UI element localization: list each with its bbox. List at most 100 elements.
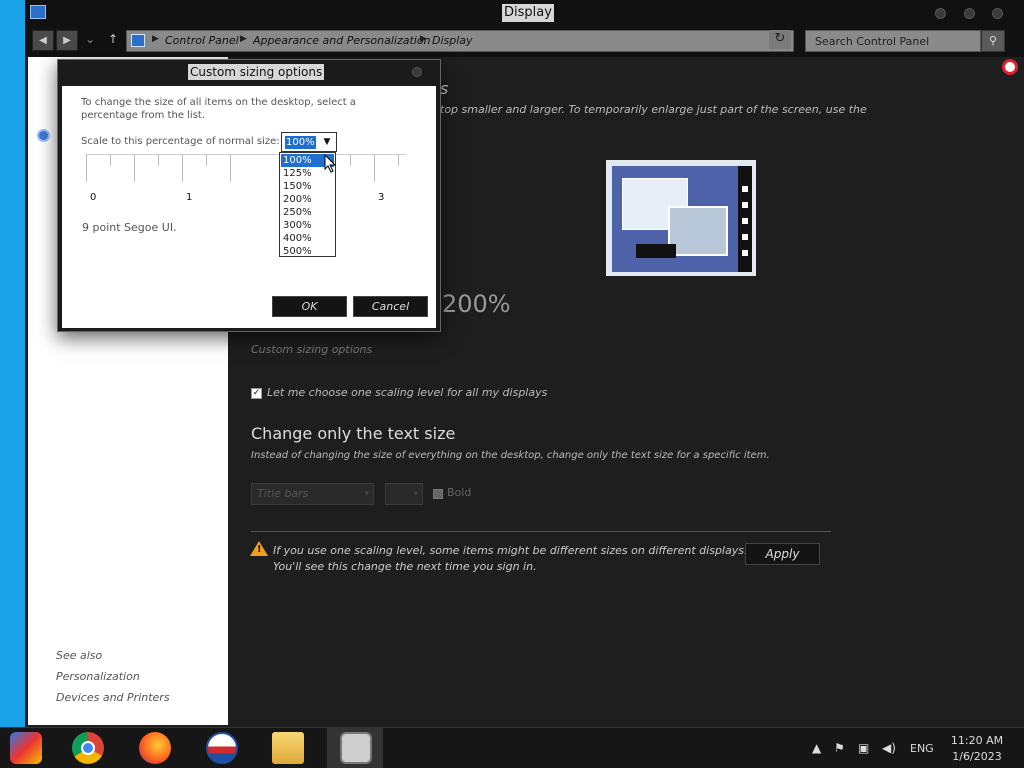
ruler-tick xyxy=(134,154,135,182)
apply-button[interactable]: Apply xyxy=(745,543,820,565)
option-500[interactable]: 500% xyxy=(281,245,334,258)
dialog-description: To change the size of all items on the d… xyxy=(81,97,356,121)
dialog-title: Custom sizing options xyxy=(188,64,325,80)
breadcrumb-separator-icon: ▶ xyxy=(240,34,247,44)
ruler-label-1: 1 xyxy=(186,192,193,203)
bold-checkbox[interactable] xyxy=(433,489,443,499)
ruler-tick xyxy=(206,154,207,166)
ok-button[interactable]: OK xyxy=(272,296,347,317)
ruler-label-0: 0 xyxy=(90,192,97,203)
breadcrumb-control-panel[interactable]: Control Panel xyxy=(165,34,239,47)
volume-icon[interactable]: ◀) xyxy=(882,741,896,755)
option-300[interactable]: 300% xyxy=(281,219,334,232)
show-hidden-icons-icon[interactable]: ▲ xyxy=(812,741,821,755)
page-heading-fragment: s xyxy=(440,79,449,98)
see-also-heading: See also xyxy=(56,649,103,662)
preview-sidebar xyxy=(738,166,752,272)
flag-icon[interactable]: ⚑ xyxy=(834,741,845,755)
text-item-dropdown-value: Title bars xyxy=(257,487,309,500)
preview-dot xyxy=(742,250,748,256)
dialog-close-button[interactable] xyxy=(412,67,422,77)
scale-value: 200% xyxy=(442,290,511,318)
network-icon[interactable]: ▣ xyxy=(858,741,869,755)
ruler[interactable]: 0 1 3 xyxy=(86,154,406,203)
search-input[interactable]: Search Control Panel xyxy=(805,30,981,52)
chevron-down-icon: ▾ xyxy=(364,489,369,499)
divider xyxy=(251,531,831,532)
back-button[interactable]: ◀ xyxy=(32,30,54,51)
chrome-icon[interactable] xyxy=(72,732,104,764)
preview-window-icon xyxy=(668,206,728,256)
radio-icon[interactable] xyxy=(37,129,50,142)
help-icon[interactable] xyxy=(1002,59,1018,75)
warning-line-2: You'll see this change the next time you… xyxy=(273,560,537,573)
preview-dot xyxy=(742,202,748,208)
navigation-bar: ◀ ▶ ⌄ ↑ ▶ Control Panel ▶ Appearance and… xyxy=(25,27,1024,57)
one-scaling-level-label[interactable]: Let me choose one scaling level for all … xyxy=(267,386,547,399)
preview-taskbar-icon xyxy=(636,244,676,258)
title-bar: Display xyxy=(25,0,1024,27)
search-placeholder: Search Control Panel xyxy=(815,35,930,48)
text-item-dropdown[interactable]: Title bars ▾ xyxy=(251,483,374,505)
maximize-button[interactable] xyxy=(964,8,975,19)
clock-time: 11:20 AM xyxy=(950,734,1004,747)
scale-percentage-label: Scale to this percentage of normal size: xyxy=(81,136,280,147)
clock[interactable]: 11:20 AM 1/6/2023 xyxy=(950,733,1004,765)
scale-percentage-select[interactable]: 100% ▼ xyxy=(281,132,337,152)
chevron-down-icon: ▾ xyxy=(413,489,418,499)
control-panel-icon[interactable] xyxy=(340,732,372,764)
text-size-description: Instead of changing the size of everythi… xyxy=(251,450,770,461)
preview-screen xyxy=(612,166,738,272)
ruler-tick xyxy=(110,154,111,166)
ruler-tick xyxy=(350,154,351,166)
monitor-preview-image xyxy=(606,160,756,276)
devices-and-printers-link[interactable]: Devices and Printers xyxy=(56,691,170,704)
ruler-tick xyxy=(86,154,87,182)
ruler-tick xyxy=(398,154,399,166)
language-indicator[interactable]: ENG xyxy=(910,742,934,755)
text-size-heading: Change only the text size xyxy=(251,424,456,443)
font-sample-note: 9 point Segoe UI. xyxy=(82,221,177,234)
ruler-tick xyxy=(230,154,231,182)
forward-button[interactable]: ▶ xyxy=(56,30,78,51)
address-bar[interactable]: ▶ Control Panel ▶ Appearance and Persona… xyxy=(126,30,794,52)
text-size-dropdown[interactable]: ▾ xyxy=(385,483,423,505)
close-button[interactable] xyxy=(992,8,1003,19)
breadcrumb-appearance[interactable]: Appearance and Personalization xyxy=(253,34,431,47)
preview-dot xyxy=(742,234,748,240)
option-150[interactable]: 150% xyxy=(281,180,334,193)
bold-label[interactable]: Bold xyxy=(447,486,471,499)
ruler-tick xyxy=(374,154,375,182)
breadcrumb-display[interactable]: Display xyxy=(432,34,473,47)
ruler-tick xyxy=(158,154,159,166)
clock-date: 1/6/2023 xyxy=(952,750,1002,763)
option-400[interactable]: 400% xyxy=(281,232,334,245)
minimize-button[interactable] xyxy=(935,8,946,19)
ruler-label-3: 3 xyxy=(378,192,385,203)
option-250[interactable]: 250% xyxy=(281,206,334,219)
preview-dot xyxy=(742,218,748,224)
start-button[interactable] xyxy=(10,732,42,764)
ruler-tick xyxy=(182,154,183,182)
mouse-cursor-icon xyxy=(324,154,337,173)
cancel-button[interactable]: Cancel xyxy=(353,296,428,317)
taskbar: ▲ ⚑ ▣ ◀) ENG 11:20 AM 1/6/2023 xyxy=(0,727,1024,768)
file-explorer-icon[interactable] xyxy=(272,732,304,764)
custom-sizing-link[interactable]: Custom sizing options xyxy=(251,343,372,356)
personalization-link[interactable]: Personalization xyxy=(56,670,140,683)
firefox-icon[interactable] xyxy=(139,732,171,764)
intro-text: top smaller and larger. To temporarily e… xyxy=(440,103,867,116)
obama-logo-icon[interactable] xyxy=(206,732,238,764)
custom-sizing-dialog: Custom sizing options To change the size… xyxy=(57,59,441,332)
one-scaling-level-checkbox[interactable]: ✓ xyxy=(251,388,262,399)
window-title: Display xyxy=(502,4,554,22)
up-arrow-icon[interactable]: ↑ xyxy=(108,32,118,46)
recent-locations-chevron-icon[interactable]: ⌄ xyxy=(85,32,95,46)
refresh-icon[interactable]: ↻ xyxy=(769,30,791,49)
chevron-down-icon: ▼ xyxy=(323,137,331,147)
breadcrumb-separator-icon: ▶ xyxy=(152,34,159,44)
option-200[interactable]: 200% xyxy=(281,193,334,206)
search-icon[interactable]: ⚲ xyxy=(981,30,1005,52)
scale-percentage-selected: 100% xyxy=(285,136,316,149)
control-panel-app-icon xyxy=(30,5,46,19)
